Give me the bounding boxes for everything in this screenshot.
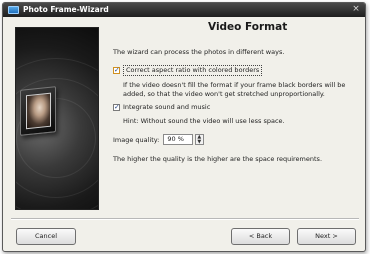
stepper-down-icon[interactable]: ▼ [197, 140, 201, 145]
window-title: Photo Frame-Wizard [23, 5, 109, 14]
footer-divider [11, 218, 359, 220]
sound-hint: Hint: Without sound the video will use l… [123, 117, 285, 125]
app-icon [8, 6, 19, 14]
quality-input[interactable]: 90 % [163, 134, 194, 145]
quality-label: Image quality: [113, 135, 160, 144]
intro-text: The wizard can process the photos in dif… [113, 48, 285, 56]
portrait-photo [26, 92, 51, 130]
close-button[interactable]: × [351, 4, 361, 15]
photo-frame-image [20, 86, 56, 136]
sound-checkbox[interactable] [113, 103, 120, 111]
title-bar[interactable]: Photo Frame-Wizard × [3, 3, 365, 17]
borders-note: If the video doesn't fill the format if … [123, 81, 346, 98]
page-title: Video Format [208, 21, 288, 33]
quality-row: Image quality: 90 % ▲ ▼ [113, 134, 205, 145]
borders-option[interactable]: Correct aspect ratio with colored border… [113, 64, 263, 76]
sound-label[interactable]: Integrate sound and music [123, 103, 210, 111]
borders-label[interactable]: Correct aspect ratio with colored border… [123, 64, 263, 76]
quality-stepper[interactable]: ▲ ▼ [195, 134, 205, 145]
wizard-window: Photo Frame-Wizard × Video Format The wi… [2, 2, 366, 252]
sound-option[interactable]: Integrate sound and music [113, 102, 210, 112]
borders-checkbox[interactable] [113, 66, 120, 74]
back-button[interactable]: < Back [231, 228, 290, 245]
next-button[interactable]: Next > [297, 228, 356, 245]
cancel-button[interactable]: Cancel [16, 228, 76, 245]
wizard-side-image [15, 27, 99, 210]
quality-note: The higher the quality is the higher are… [113, 155, 323, 163]
